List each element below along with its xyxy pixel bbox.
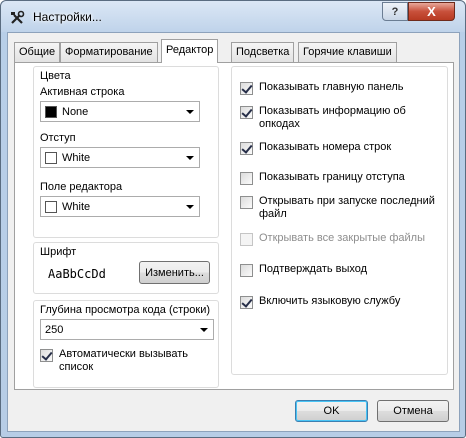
active-line-swatch [45, 106, 57, 118]
checkbox [240, 233, 253, 246]
tab-hotkeys[interactable]: Горячие клавиши [298, 42, 397, 62]
code-depth-select[interactable]: 250 [40, 319, 214, 340]
checkbox[interactable] [240, 82, 253, 95]
ok-button[interactable]: OK [295, 400, 368, 422]
checkbox[interactable] [240, 172, 253, 185]
change-font-button[interactable]: Изменить... [139, 261, 210, 284]
auto-list-label: Автоматически вызывать список [59, 348, 189, 373]
display-options-group: Показывать главную панель Показывать инф… [231, 66, 448, 375]
help-icon: ? [391, 5, 399, 18]
close-button[interactable]: X [408, 2, 455, 21]
tab-highlighting[interactable]: Подсветка [231, 42, 295, 62]
title-bar[interactable]: Настройки... ? X [1, 1, 465, 32]
tab-general[interactable]: Общие [14, 42, 61, 62]
close-icon: X [427, 4, 436, 19]
chevron-down-icon [186, 205, 194, 209]
colors-group: Цвета Активная строка None Отступ White … [33, 66, 219, 238]
chevron-down-icon [186, 156, 194, 160]
editor-tab-panel: Цвета Активная строка None Отступ White … [14, 62, 454, 390]
dialog-client-area: Общие Форматирование Редактор Подсветка … [7, 32, 460, 432]
checkbox[interactable] [240, 296, 253, 309]
settings-dialog: Настройки... ? X Общие Форматирование Ре… [0, 0, 466, 438]
checkbox[interactable] [240, 264, 253, 277]
help-button[interactable]: ? [382, 2, 408, 21]
checkbox[interactable] [240, 106, 253, 119]
tab-editor[interactable]: Редактор [161, 39, 219, 63]
indent-label: Отступ [40, 132, 76, 144]
indent-swatch [45, 152, 57, 164]
editor-field-label: Поле редактора [40, 181, 123, 193]
active-line-label: Активная строка [40, 86, 125, 98]
auto-list-checkbox[interactable] [40, 349, 53, 362]
chevron-down-icon [186, 110, 194, 114]
tab-formatting[interactable]: Форматирование [60, 42, 158, 62]
font-sample: AaBbCcDd [48, 267, 106, 281]
editor-field-color-select[interactable]: White [40, 196, 200, 217]
code-depth-group: Глубина просмотра кода (строки) 250 Авто… [33, 300, 219, 388]
font-title: Шрифт [40, 246, 77, 258]
editor-field-swatch [45, 201, 57, 213]
font-group: Шрифт AaBbCcDd Изменить... [33, 242, 219, 294]
checkbox[interactable] [240, 142, 253, 155]
colors-title: Цвета [40, 70, 71, 82]
active-line-color-select[interactable]: None [40, 101, 200, 122]
chevron-down-icon [200, 328, 208, 332]
cancel-button[interactable]: Отмена [377, 400, 449, 422]
code-depth-title: Глубина просмотра кода (строки) [40, 304, 210, 316]
checkbox[interactable] [240, 196, 253, 209]
window-title: Настройки... [33, 10, 102, 24]
indent-color-select[interactable]: White [40, 147, 200, 168]
tools-icon [11, 10, 25, 24]
